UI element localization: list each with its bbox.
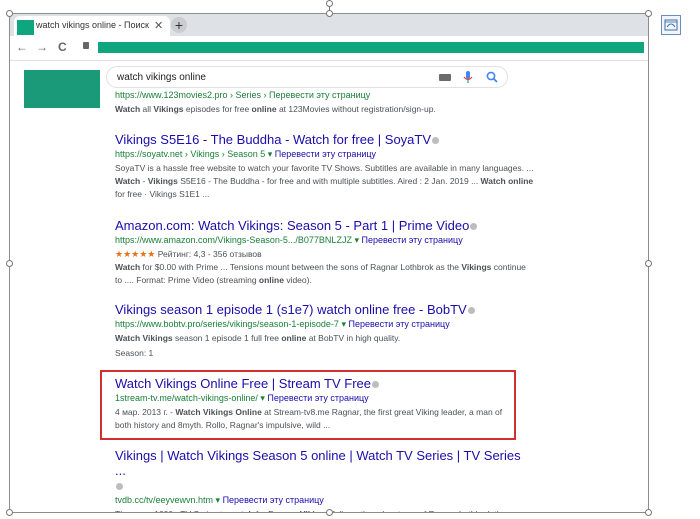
layout-options-button[interactable] [661,15,681,35]
resize-handle-top-right[interactable] [645,10,652,17]
resize-handle-bottom-left[interactable] [6,509,13,516]
resize-handle-top-left[interactable] [6,10,13,17]
resize-handle-bottom-right[interactable] [645,509,652,516]
selection-frame [9,13,649,513]
rotate-handle[interactable] [326,0,333,7]
google-logo-redacted [24,70,100,108]
resize-handle-left[interactable] [6,260,13,267]
resize-handle-top[interactable] [326,10,333,17]
resize-handle-right[interactable] [645,260,652,267]
resize-handle-bottom[interactable] [326,509,333,516]
layout-options-icon [664,19,678,31]
